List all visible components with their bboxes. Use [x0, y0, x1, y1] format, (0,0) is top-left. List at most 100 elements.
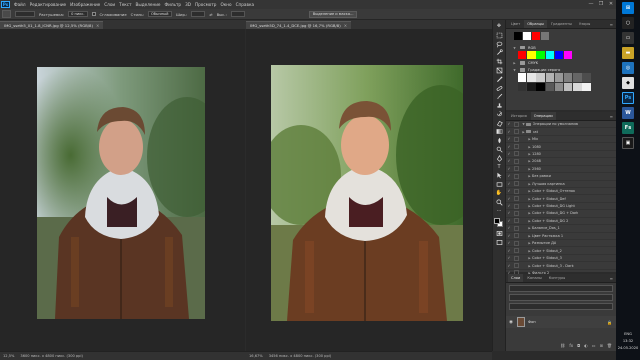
- dialog-toggle[interactable]: [514, 151, 519, 157]
- clock-time[interactable]: 13:32: [623, 339, 633, 343]
- task-view-icon[interactable]: ▭: [622, 32, 634, 44]
- color-swatch[interactable]: [554, 73, 564, 82]
- select-and-mask-button[interactable]: Выделение и маска...: [308, 10, 358, 18]
- history-brush-tool-icon[interactable]: [495, 111, 504, 118]
- check-icon[interactable]: ✓: [506, 145, 512, 149]
- chevron-right-icon[interactable]: ▶: [512, 61, 517, 65]
- zoom-level[interactable]: 12,5%: [3, 354, 14, 358]
- swap-icon[interactable]: ⇄: [209, 12, 212, 17]
- dialog-toggle[interactable]: [514, 210, 519, 216]
- menu-edit[interactable]: Редактирование: [30, 2, 67, 7]
- color-swatch[interactable]: [536, 82, 545, 91]
- recent-swatch[interactable]: [523, 32, 531, 40]
- color-swatch[interactable]: [582, 73, 591, 82]
- close-icon[interactable]: ×: [344, 23, 347, 28]
- menu-image[interactable]: Изображение: [70, 2, 100, 7]
- eraser-tool-icon[interactable]: [495, 120, 504, 127]
- color-swatch[interactable]: [545, 51, 554, 60]
- menu-window[interactable]: Окно: [220, 2, 231, 7]
- close-icon[interactable]: ×: [96, 23, 99, 28]
- style-select[interactable]: Обычный: [147, 11, 172, 17]
- chevron-down-icon[interactable]: ▼: [512, 68, 517, 72]
- dialog-toggle[interactable]: [514, 225, 519, 231]
- color-swatch[interactable]: [563, 51, 573, 60]
- dialog-toggle[interactable]: [514, 263, 519, 269]
- color-swatch[interactable]: [545, 73, 554, 82]
- action-row[interactable]: ✓ ▶ Color + Stdout_DG Light: [506, 203, 616, 211]
- color-swatch[interactable]: [554, 82, 564, 91]
- foreground-color[interactable]: [494, 218, 500, 225]
- photoshop-taskbar-icon[interactable]: Ps: [622, 92, 634, 104]
- tab-swatches[interactable]: Образцы: [524, 20, 547, 28]
- check-icon[interactable]: ✓: [506, 122, 512, 126]
- color-swatches[interactable]: [494, 218, 504, 228]
- check-icon[interactable]: ✓: [506, 226, 512, 230]
- check-icon[interactable]: ✓: [506, 264, 512, 268]
- tool-preset-picker[interactable]: [2, 10, 11, 18]
- type-tool-icon[interactable]: T: [495, 164, 504, 171]
- check-icon[interactable]: ✓: [506, 234, 512, 238]
- panel-menu-icon[interactable]: ≡: [610, 114, 613, 119]
- color-swatch[interactable]: [563, 82, 573, 91]
- tab-gradients[interactable]: Градиенты: [548, 20, 575, 28]
- action-row[interactable]: ✓ ▶ Color + Stdout_3 - Dark: [506, 262, 616, 270]
- menu-type[interactable]: Текст: [119, 2, 131, 7]
- menu-file[interactable]: Файл: [14, 2, 26, 7]
- tab-layers[interactable]: Слои: [508, 274, 524, 282]
- check-icon[interactable]: ✓: [506, 182, 512, 186]
- stamp-tool-icon[interactable]: [495, 102, 504, 109]
- action-row[interactable]: ✓ ▶ 1080: [506, 143, 616, 151]
- folder-icon[interactable]: ▭: [592, 343, 596, 350]
- color-swatch[interactable]: [527, 73, 536, 82]
- more-tools-icon[interactable]: ···: [495, 207, 504, 214]
- move-tool-icon[interactable]: ✥: [495, 23, 504, 30]
- action-row[interactable]: ✓ ▶ Color + Stdout_2: [506, 247, 616, 255]
- dialog-toggle[interactable]: [514, 181, 519, 187]
- check-icon[interactable]: ✓: [506, 256, 512, 260]
- dialog-toggle[interactable]: [514, 218, 519, 224]
- panel-menu-icon[interactable]: ≡: [610, 22, 613, 27]
- quick-mask-icon[interactable]: [495, 230, 504, 237]
- start-icon[interactable]: ⊞: [622, 2, 634, 14]
- new-layer-icon[interactable]: ⊞: [600, 343, 603, 350]
- explorer-icon[interactable]: ▬: [622, 47, 634, 59]
- minimize-button[interactable]: —: [586, 0, 596, 8]
- selection-mode-buttons[interactable]: [15, 11, 35, 17]
- check-icon[interactable]: ✓: [506, 130, 512, 134]
- width-input[interactable]: [191, 11, 206, 17]
- swatch-group-cmyk[interactable]: ▶ CMYK: [506, 59, 616, 66]
- check-icon[interactable]: ✓: [506, 152, 512, 156]
- dialog-toggle[interactable]: [514, 136, 519, 142]
- check-icon[interactable]: ✓: [506, 137, 512, 141]
- marquee-tool-icon[interactable]: [495, 32, 504, 39]
- dialog-toggle[interactable]: [514, 240, 519, 246]
- hand-tool-icon[interactable]: ✋: [495, 190, 504, 197]
- action-row[interactable]: ✓ ▶ Лучшая картинка: [506, 181, 616, 188]
- dialog-toggle[interactable]: [514, 188, 519, 194]
- action-row[interactable]: ✓ ▶ Mix: [506, 136, 616, 144]
- dialog-toggle[interactable]: [514, 255, 519, 261]
- frame-tool-icon[interactable]: [495, 67, 504, 74]
- color-swatch[interactable]: [573, 82, 582, 91]
- check-icon[interactable]: ✓: [506, 174, 512, 178]
- action-row[interactable]: ✓ ▶ 2560: [506, 166, 616, 174]
- fx-icon[interactable]: fx: [569, 343, 573, 350]
- action-set-row[interactable]: ✓ ▼ Операции по умолчанию: [506, 121, 616, 129]
- dialog-toggle[interactable]: [514, 248, 519, 254]
- dialog-toggle[interactable]: [514, 158, 519, 164]
- feather-input[interactable]: 0 пикс.: [68, 11, 88, 17]
- action-row[interactable]: ✓ ▶ Без рамки: [506, 173, 616, 181]
- color-swatch[interactable]: [536, 51, 545, 60]
- color-swatch[interactable]: [563, 73, 573, 82]
- action-row[interactable]: ✓ ▶ Color + Stdout_Def: [506, 195, 616, 203]
- menu-filter[interactable]: Фильтр: [165, 2, 182, 7]
- dialog-toggle[interactable]: [514, 233, 519, 239]
- mask-icon[interactable]: ◘: [577, 343, 580, 350]
- action-row[interactable]: ✓ ▶ 1280: [506, 151, 616, 159]
- color-swatch[interactable]: [527, 51, 536, 60]
- close-button[interactable]: ✕: [606, 0, 616, 8]
- check-icon[interactable]: ✓: [506, 211, 512, 215]
- action-row[interactable]: ✓ ▶ Color + Stdout_Оттенок: [506, 188, 616, 196]
- check-icon[interactable]: ✓: [506, 167, 512, 171]
- browser-icon[interactable]: ◎: [622, 62, 634, 74]
